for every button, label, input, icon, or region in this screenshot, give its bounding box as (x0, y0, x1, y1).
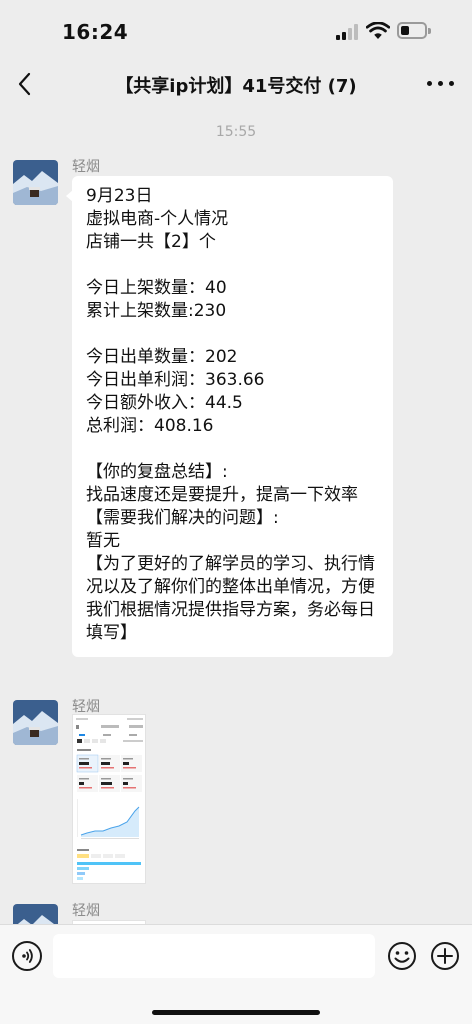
message-timestamp: 15:55 (215, 124, 257, 140)
chat-title: 【共享ip计划】41号交付 (7) (115, 76, 357, 97)
more-button[interactable] (426, 72, 456, 94)
input-bar (0, 924, 472, 1024)
chevron-left-icon (18, 72, 31, 96)
avatar[interactable] (13, 700, 58, 745)
emoji-button[interactable] (387, 941, 417, 971)
message-bubble[interactable]: 9月23日 虚拟电商-个人情况 店铺一共【2】个 今日上架数量：40 累计上架数… (66, 176, 393, 657)
back-button[interactable] (12, 70, 40, 98)
sender-name: 轻烟 (72, 699, 100, 715)
avatar-image (13, 700, 58, 745)
message-input[interactable] (53, 934, 375, 978)
avatar[interactable] (13, 160, 58, 205)
sender-name: 轻烟 (72, 159, 100, 175)
battery-icon (397, 22, 431, 39)
avatar-image (13, 160, 58, 205)
emoji-icon (388, 942, 416, 970)
nav-bar: 【共享ip计划】41号交付 (7) (0, 60, 472, 108)
status-bar: 16:24 (0, 0, 472, 60)
image-message[interactable] (72, 714, 146, 884)
home-indicator (152, 1010, 320, 1015)
cellular-signal-icon (336, 24, 360, 40)
plus-icon (431, 942, 459, 970)
status-time: 16:24 (62, 20, 129, 44)
voice-button[interactable] (12, 941, 42, 971)
plus-button[interactable] (430, 941, 460, 971)
sender-name: 轻烟 (72, 903, 100, 919)
voice-icon (22, 949, 33, 963)
wifi-icon (366, 22, 390, 39)
screenshot-thumbnail (73, 715, 145, 883)
